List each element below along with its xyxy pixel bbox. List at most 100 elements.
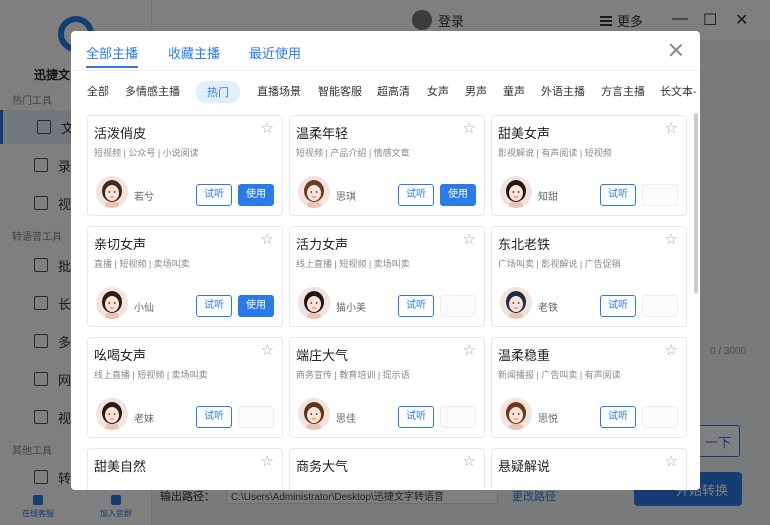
listen-button[interactable]: 试听 (398, 295, 434, 317)
listen-button[interactable]: 试听 (398, 184, 434, 206)
voice-card[interactable]: 东北老铁 ☆ 广场叫卖 | 影视解说 | 广告促销老铁 试听 (491, 226, 687, 327)
voice-name: 知甜 (538, 192, 558, 203)
star-icon[interactable]: ☆ (261, 121, 274, 136)
voice-style-title: 东北老铁 (498, 237, 551, 252)
category-live[interactable]: 直播场景 (257, 83, 301, 99)
voice-name: 猫小美 (336, 303, 366, 314)
voice-name: 老铁 (538, 303, 558, 314)
star-icon[interactable]: ☆ (463, 121, 476, 136)
use-button[interactable]: 使用 (238, 295, 274, 317)
voice-tags: 直播 | 短视频 | 卖场叫卖 (94, 259, 190, 269)
voice-tags: 商务宣传 | 教育培训 | 提示语 (296, 370, 410, 380)
use-button[interactable]: 使用 (238, 184, 274, 206)
tab-favorite-anchors[interactable]: 收藏主播 (168, 43, 220, 62)
category-ultra-hd[interactable]: 超高清 (377, 83, 410, 99)
category-female[interactable]: 女声 (427, 83, 449, 99)
voice-name: 若兮 (134, 192, 154, 203)
voice-avatar (96, 176, 128, 208)
voice-style-title: 亲切女声 (94, 237, 147, 252)
star-icon[interactable]: ☆ (665, 121, 678, 136)
voice-avatar (298, 287, 330, 319)
category-foreign[interactable]: 外语主播 (541, 83, 585, 99)
voice-card[interactable]: 吆喝女声 ☆ 线上直播 | 短视频 | 卖场叫卖老妹 试听 (87, 337, 283, 438)
voice-style-title: 甜美女声 (498, 126, 551, 141)
voice-card[interactable]: 端庄大气 ☆ 商务宣传 | 教育培训 | 提示语思佳 试听 (289, 337, 485, 438)
voice-name: 思佳 (336, 414, 356, 425)
voice-avatar (500, 176, 532, 208)
voice-card[interactable]: 活泼俏皮 ☆ 短视频 | 公众号 | 小说阅读 若兮 试听 使用 (87, 115, 283, 216)
category-dialect[interactable]: 方言主播 (601, 83, 645, 99)
category-all[interactable]: 全部 (87, 83, 109, 99)
voice-style-title: 温柔年轻 (296, 126, 349, 141)
listen-button[interactable]: 试听 (600, 295, 636, 317)
star-icon[interactable]: ☆ (463, 343, 476, 358)
voice-tags: 影视解说 | 有声阅读 | 短视频 (498, 148, 612, 158)
listen-button[interactable]: 试听 (196, 295, 232, 317)
voice-style-title: 吆喝女声 (94, 348, 147, 363)
category-filter-row: 全部 多情感主播 热门 直播场景 智能客服 超高清 女声 男声 童声 外语主播 … (71, 81, 700, 103)
category-customer-service[interactable]: 智能客服 (318, 83, 362, 99)
voice-avatar (500, 398, 532, 430)
voice-avatar (96, 398, 128, 430)
voice-style-title: 温柔稳重 (498, 348, 551, 363)
star-icon[interactable]: ☆ (463, 232, 476, 247)
use-button-hidden (642, 406, 678, 428)
modal-tab-bar: 全部主播 收藏主播 最近使用 (71, 31, 700, 71)
voice-name: 思悦 (538, 414, 558, 425)
tab-recent[interactable]: 最近使用 (249, 43, 301, 62)
voice-style-title: 活泼俏皮 (94, 126, 147, 141)
voice-anchor-modal: 全部主播 收藏主播 最近使用 全部 多情感主播 热门 直播场景 智能客服 超高清… (71, 31, 700, 490)
voice-card[interactable]: 温柔年轻 ☆ 短视频 | 产品介绍 | 情感文章思琪 试听 使用 (289, 115, 485, 216)
star-icon[interactable]: ☆ (261, 232, 274, 247)
voice-tags: 新闻播报 | 广告叫卖 | 有声阅读 (498, 370, 621, 380)
voice-card[interactable]: 活力女声 ☆ 线上直播 | 短视频 | 卖场叫卖 猫小美 试听 (289, 226, 485, 327)
voice-tags: 线上直播 | 短视频 | 卖场叫卖 (94, 370, 208, 380)
voice-card-grid: 活泼俏皮 ☆ 短视频 | 公众号 | 小说阅读 若兮 试听 使用 温柔年轻 ☆ 短视频 | 产品… (71, 113, 700, 490)
listen-button[interactable]: 试听 (398, 406, 434, 428)
voice-card[interactable]: 商务大气 ☆ (289, 448, 485, 490)
listen-button[interactable]: 试听 (196, 406, 232, 428)
voice-name: 思琪 (336, 192, 356, 203)
voice-tags: 短视频 | 公众号 | 小说阅读 (94, 148, 199, 158)
voice-avatar (298, 176, 330, 208)
voice-style-title: 端庄大气 (296, 348, 349, 363)
listen-button[interactable]: 试听 (600, 406, 636, 428)
use-button-hidden (238, 406, 274, 428)
voice-style-title: 商务大气 (296, 459, 349, 474)
star-icon[interactable]: ☆ (261, 454, 274, 469)
category-hot[interactable]: 热门 (196, 81, 240, 103)
voice-card[interactable]: 甜美自然 ☆ (87, 448, 283, 490)
star-icon[interactable]: ☆ (261, 343, 274, 358)
voice-avatar (500, 287, 532, 319)
use-button-hidden (642, 184, 678, 206)
scrollbar[interactable] (694, 113, 698, 293)
use-button-hidden (642, 295, 678, 317)
star-icon[interactable]: ☆ (665, 232, 678, 247)
voice-card[interactable]: 亲切女声 ☆ 直播 | 短视频 | 卖场叫卖 小仙 试听 使用 (87, 226, 283, 327)
voice-style-title: 悬疑解说 (498, 459, 551, 474)
tab-all-anchors[interactable]: 全部主播 (86, 43, 139, 68)
voice-name: 老妹 (134, 414, 154, 425)
listen-button[interactable]: 试听 (196, 184, 232, 206)
category-child[interactable]: 童声 (503, 83, 525, 99)
voice-tags: 短视频 | 产品介绍 | 情感文章 (296, 148, 410, 158)
voice-card[interactable]: 温柔稳重 ☆ 新闻播报 | 广告叫卖 | 有声阅读思悦 试听 (491, 337, 687, 438)
voice-avatar (96, 287, 128, 319)
voice-avatar (298, 398, 330, 430)
voice-tags: 线上直播 | 短视频 | 卖场叫卖 (296, 259, 410, 269)
voice-style-title: 甜美自然 (94, 459, 147, 474)
star-icon[interactable]: ☆ (463, 454, 476, 469)
category-multi-emotion[interactable]: 多情感主播 (125, 83, 180, 99)
star-icon[interactable]: ☆ (665, 454, 678, 469)
category-long-text[interactable]: 长文本- (660, 83, 697, 99)
close-icon[interactable] (669, 43, 683, 57)
voice-style-title: 活力女声 (296, 237, 349, 252)
voice-tags: 广场叫卖 | 影视解说 | 广告促销 (498, 259, 621, 269)
voice-card[interactable]: 甜美女声 ☆ 影视解说 | 有声阅读 | 短视频知甜 试听 (491, 115, 687, 216)
category-male[interactable]: 男声 (465, 83, 487, 99)
voice-card[interactable]: 悬疑解说 ☆ (491, 448, 687, 490)
star-icon[interactable]: ☆ (665, 343, 678, 358)
voice-name: 小仙 (134, 303, 154, 314)
use-button[interactable]: 使用 (440, 184, 476, 206)
listen-button[interactable]: 试听 (600, 184, 636, 206)
